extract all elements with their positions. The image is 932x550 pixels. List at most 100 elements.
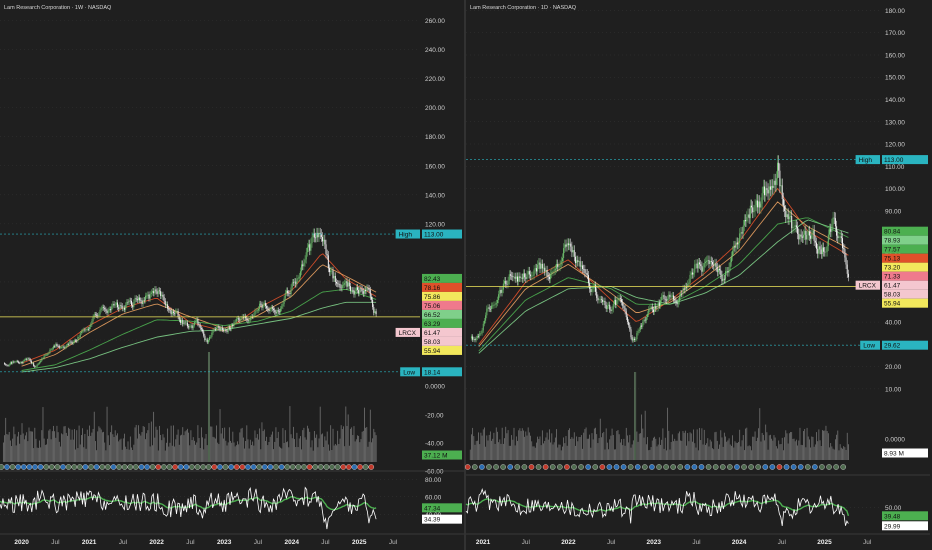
candle-body	[610, 309, 612, 311]
volume-bar	[592, 439, 594, 460]
event-icon	[769, 464, 776, 470]
candle-body	[767, 189, 769, 194]
candle-body	[104, 308, 106, 310]
candle-body	[492, 305, 494, 307]
candle-body	[83, 329, 85, 331]
volume-bar	[71, 429, 73, 462]
volume-bar	[649, 449, 651, 460]
candle-body	[725, 271, 727, 280]
volume-bar	[488, 434, 490, 460]
volume-bar	[112, 434, 114, 462]
event-icon	[71, 464, 78, 470]
candle-body	[61, 347, 63, 348]
candle-body	[34, 365, 36, 368]
candle-body	[735, 242, 737, 248]
candle-body	[142, 300, 144, 305]
price-label-value: 58.03	[424, 339, 441, 346]
price-label: 61.47 LRCX	[855, 280, 928, 290]
event-icon	[776, 464, 783, 470]
volume-bar	[707, 438, 709, 460]
candle-body	[846, 264, 848, 274]
candle-body	[218, 326, 220, 329]
candle-body	[670, 296, 672, 298]
candle-body	[292, 282, 294, 284]
candle-body	[167, 304, 169, 309]
candle-body	[838, 236, 840, 239]
event-icon	[705, 464, 712, 470]
candle-body	[298, 276, 300, 279]
volume-bar	[146, 433, 148, 462]
candle-body	[511, 275, 513, 277]
volume-bar	[287, 441, 288, 462]
volume-bar	[694, 443, 696, 460]
candle-body	[37, 363, 39, 365]
price-tag-text: High	[859, 157, 873, 164]
volume-bar	[184, 431, 186, 462]
volume-bar	[706, 443, 708, 460]
volume-bar	[163, 437, 165, 462]
volume-bar	[276, 438, 278, 462]
event-icon	[493, 464, 499, 470]
event-icon	[273, 464, 279, 470]
candle-body	[149, 294, 151, 299]
price-label: 75.13	[882, 253, 928, 263]
volume-bar	[273, 449, 275, 462]
candle-body	[721, 274, 723, 282]
volume-bar	[190, 430, 192, 462]
event-icon	[278, 464, 285, 470]
volume-bar	[714, 432, 716, 460]
candle-body	[40, 360, 42, 363]
volume-bar	[658, 437, 660, 460]
volume-bar	[632, 440, 634, 460]
volume-bar	[135, 424, 137, 462]
candle-body	[537, 264, 539, 272]
volume-bar	[127, 441, 129, 462]
candle-body	[231, 325, 233, 330]
event-icon	[656, 464, 662, 470]
event-icon	[362, 464, 369, 470]
candle-body	[785, 211, 787, 218]
event-icon	[312, 464, 319, 470]
candle-body	[284, 292, 286, 299]
candle-body	[355, 287, 357, 291]
event-icon	[127, 464, 134, 470]
candle-body	[79, 333, 81, 338]
candle-body	[375, 311, 377, 315]
volume-bar	[595, 427, 596, 460]
candle-body	[719, 268, 721, 271]
candle-body	[276, 310, 278, 314]
event-icon	[677, 464, 684, 470]
volume-bar	[194, 440, 195, 462]
volume-bar	[670, 441, 672, 460]
volume-bar	[98, 426, 100, 462]
candle-body	[69, 341, 71, 345]
price-label-value: 63.29	[424, 321, 441, 328]
volume-bar	[813, 446, 815, 460]
volume-bar	[70, 439, 72, 462]
event-icon	[557, 464, 563, 470]
volume-bar	[210, 426, 212, 462]
volume-bar	[538, 438, 540, 460]
volume-bar	[732, 435, 734, 460]
candle-body	[820, 249, 822, 255]
event-icon	[804, 464, 811, 470]
candle-body	[624, 307, 626, 312]
candle-body	[16, 360, 18, 362]
price-label-value: 78.93	[884, 238, 901, 245]
volume-bar	[532, 446, 534, 460]
candle-body	[316, 232, 318, 238]
y-tick-label: 180.00	[885, 8, 905, 15]
event-icon	[712, 464, 719, 470]
event-icon	[649, 464, 655, 470]
candle-body	[554, 268, 556, 271]
candle-body	[281, 306, 283, 309]
candle-body	[716, 267, 718, 273]
candle-body	[356, 287, 358, 290]
y-tick-label: 220.00	[425, 76, 445, 83]
candle-body	[600, 299, 602, 300]
candle-body	[106, 311, 108, 313]
candle-body	[715, 263, 717, 268]
candle-body	[678, 296, 680, 302]
volume-bar	[544, 440, 546, 460]
candle-body	[541, 263, 543, 269]
